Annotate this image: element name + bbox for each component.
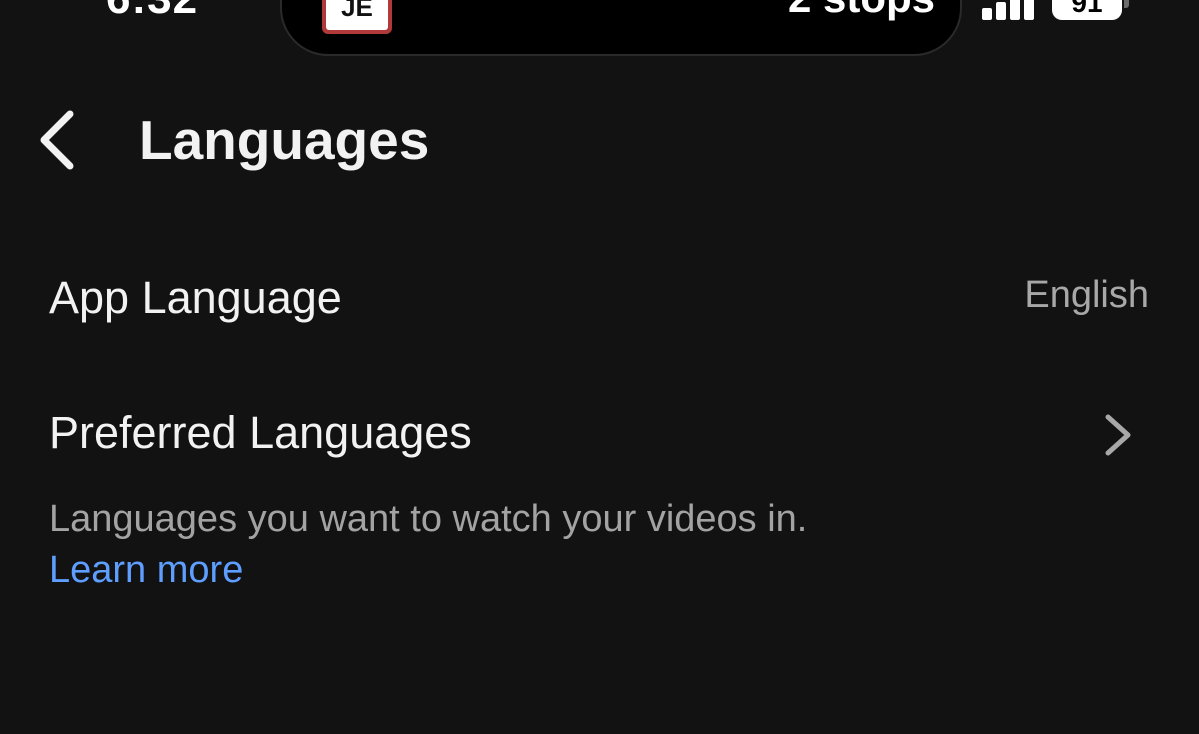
app-language-label: App Language [49,272,342,323]
chevron-right-icon [1105,414,1131,456]
signal-icon [982,0,1038,20]
page-title: Languages [139,109,430,171]
status-time: 6:32 [106,0,198,24]
preferred-languages-label: Preferred Languages [49,407,472,458]
preferred-languages-description: Languages you want to watch your videos … [49,498,808,540]
live-activity-badge-text: JE [326,0,388,30]
app-screen: 6:32 JE 2 stops 91 Languages App Languag… [0,0,1199,734]
learn-more-link[interactable]: Learn more [49,549,243,592]
preferred-languages-row[interactable]: Preferred Languages [0,395,1199,475]
battery-icon: 91 [1052,0,1122,20]
chevron-left-icon [40,110,74,170]
app-language-row[interactable]: App Language English [0,260,1199,340]
live-activity-text: 2 stops [788,0,935,22]
back-button[interactable] [32,104,88,176]
battery-tip [1124,0,1129,8]
live-activity-badge: JE [322,0,392,34]
app-language-value: English [1024,274,1149,316]
